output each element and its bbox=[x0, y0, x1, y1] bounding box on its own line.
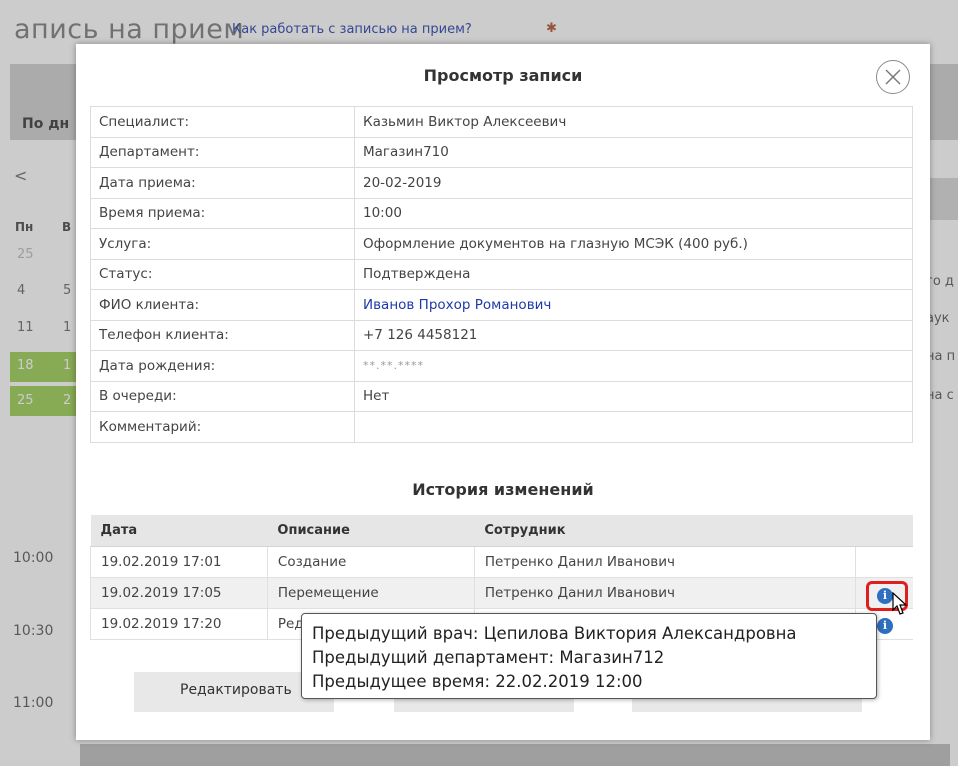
detail-key: Департамент: bbox=[90, 136, 355, 168]
detail-value: Казьмин Виктор Алексеевич bbox=[354, 106, 913, 138]
detail-key: Телефон клиента: bbox=[90, 319, 355, 351]
detail-row: Специалист: Казьмин Виктор Алексеевич bbox=[90, 106, 913, 138]
history-description: Создание bbox=[267, 546, 475, 578]
detail-value: **.**.**** bbox=[354, 350, 913, 382]
detail-value: Нет bbox=[354, 380, 913, 412]
column-header-description: Описание bbox=[267, 515, 475, 547]
history-date: 19.02.2019 17:05 bbox=[90, 577, 268, 609]
history-title: История изменений bbox=[412, 480, 594, 499]
detail-key: Статус: bbox=[90, 258, 355, 290]
close-icon bbox=[885, 69, 901, 85]
detail-key: Комментарий: bbox=[90, 411, 355, 443]
detail-value bbox=[354, 411, 913, 443]
detail-key: В очереди: bbox=[90, 380, 355, 412]
tooltip-line-previous-doctor: Предыдущий врач: Цепилова Виктория Алекс… bbox=[312, 624, 797, 643]
column-header-actions bbox=[855, 515, 913, 547]
info-icon[interactable]: i bbox=[877, 618, 893, 634]
detail-row: Дата приема: 20-02-2019 bbox=[90, 167, 913, 199]
history-date: 19.02.2019 17:20 bbox=[90, 608, 268, 640]
detail-row: Департамент: Магазин710 bbox=[90, 136, 913, 168]
column-header-date: Дата bbox=[90, 515, 268, 547]
detail-row: В очереди: Нет bbox=[90, 380, 913, 412]
history-row: 19.02.2019 17:05 Перемещение Петренко Да… bbox=[90, 577, 913, 609]
detail-value: +7 126 4458121 bbox=[354, 319, 913, 351]
tooltip-line-previous-department: Предыдущий департамент: Магазин712 bbox=[312, 648, 665, 667]
client-name-link[interactable]: Иванов Прохор Романович bbox=[354, 289, 913, 321]
detail-key: Дата рождения: bbox=[90, 350, 355, 382]
detail-value: 10:00 bbox=[354, 197, 913, 229]
history-header-row: Дата Описание Сотрудник bbox=[90, 515, 913, 547]
modal-title: Просмотр записи bbox=[423, 66, 583, 85]
detail-value: 20-02-2019 bbox=[354, 167, 913, 199]
detail-row: Статус: Подтверждена bbox=[90, 258, 913, 290]
detail-key: Дата приема: bbox=[90, 167, 355, 199]
detail-row: Время приема: 10:00 bbox=[90, 197, 913, 229]
detail-row: Комментарий: bbox=[90, 411, 913, 443]
detail-value: Магазин710 bbox=[354, 136, 913, 168]
history-employee: Петренко Данил Иванович bbox=[474, 546, 856, 578]
detail-key: ФИО клиента: bbox=[90, 289, 355, 321]
tooltip-line-previous-time: Предыдущее время: 22.02.2019 12:00 bbox=[312, 672, 643, 691]
detail-value: Подтверждена bbox=[354, 258, 913, 290]
history-date: 19.02.2019 17:01 bbox=[90, 546, 268, 578]
detail-row: Телефон клиента: +7 126 4458121 bbox=[90, 319, 913, 351]
detail-row: ФИО клиента: Иванов Прохор Романович bbox=[90, 289, 913, 321]
record-details-table: Специалист: Казьмин Виктор Алексеевич Деп… bbox=[90, 106, 913, 443]
detail-row: Услуга: Оформление документов на глазную … bbox=[90, 228, 913, 260]
close-button[interactable] bbox=[876, 60, 910, 94]
change-details-tooltip: Предыдущий врач: Цепилова Виктория Алекс… bbox=[301, 613, 877, 699]
history-row: 19.02.2019 17:01 Создание Петренко Данил… bbox=[90, 546, 913, 578]
history-actions bbox=[855, 546, 913, 578]
history-employee: Петренко Данил Иванович bbox=[474, 577, 856, 609]
detail-value: Оформление документов на глазную МСЭК (4… bbox=[354, 228, 913, 260]
detail-key: Специалист: bbox=[90, 106, 355, 138]
detail-key: Время приема: bbox=[90, 197, 355, 229]
detail-key: Услуга: bbox=[90, 228, 355, 260]
column-header-employee: Сотрудник bbox=[474, 515, 856, 547]
history-description: Перемещение bbox=[267, 577, 475, 609]
detail-row: Дата рождения: **.**.**** bbox=[90, 350, 913, 382]
mouse-cursor-icon bbox=[892, 592, 908, 615]
